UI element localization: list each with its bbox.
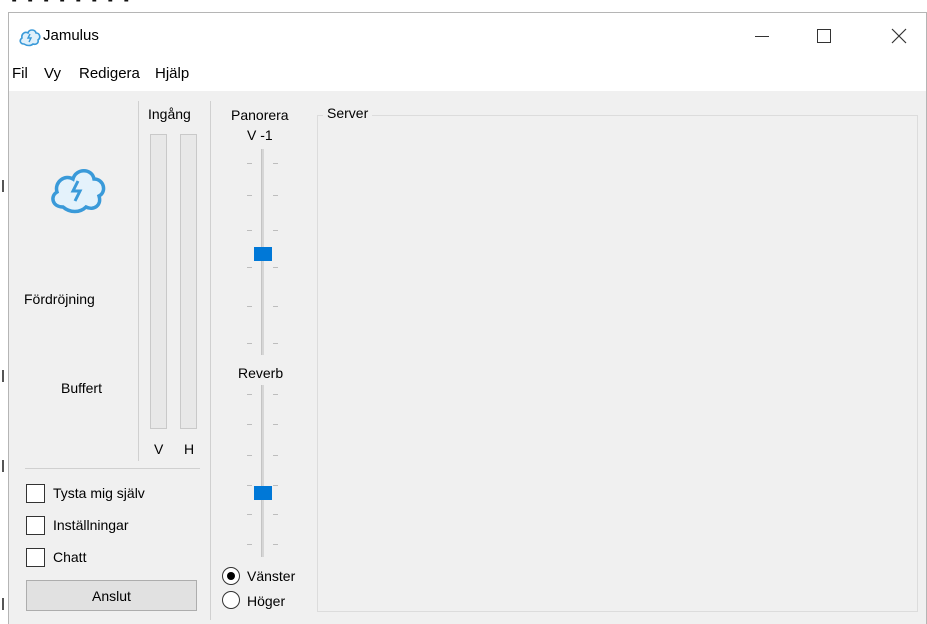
reverb-tick [273,394,278,395]
reverb-tick [247,485,252,486]
reverb-tick [273,544,278,545]
server-group-title: Server [323,105,373,121]
reverb-tick [247,514,252,515]
reverb-right-label[interactable]: Höger [247,593,285,609]
minimize-icon [755,35,769,37]
latency-label: Fördröjning [24,291,95,307]
menu-file[interactable]: Fil [12,65,28,82]
pan-tick [247,195,252,196]
pan-tick [273,195,278,196]
reverb-tick [247,424,252,425]
connect-button[interactable]: Anslut [26,580,197,611]
reverb-tick [247,544,252,545]
background-edge-mark [2,370,6,382]
menu-view[interactable]: Vy [44,65,61,82]
reverb-slider-thumb[interactable] [254,486,272,500]
pan-value: V -1 [247,127,273,143]
level-meter-left [150,134,167,429]
window-title: Jamulus [43,27,99,44]
reverb-tick [273,455,278,456]
minimize-button[interactable] [737,13,787,59]
reverb-tick [273,424,278,425]
menu-edit[interactable]: Redigera [79,65,140,82]
background-edge-mark [2,460,6,472]
pan-tick [247,267,252,268]
reverb-tick [273,485,278,486]
input-label: Ingång [148,106,191,122]
reverb-left-label[interactable]: Vänster [247,568,295,584]
pan-tick [273,306,278,307]
server-list-panel[interactable] [317,115,918,612]
close-button[interactable] [874,13,924,59]
background-edge-mark [2,598,6,610]
background-edge-mark [2,180,6,192]
pan-tick [247,230,252,231]
checkbox-group-divider [25,468,200,469]
reverb-right-radio[interactable] [222,591,240,609]
left-panel-divider [210,101,211,620]
pan-tick [273,230,278,231]
meter-right-label: H [184,441,195,457]
pan-tick [247,306,252,307]
reverb-tick [247,455,252,456]
pan-slider-thumb[interactable] [254,247,272,261]
background-page: · · · · · · · · [0,0,927,13]
reverb-tick [247,394,252,395]
buffer-label: Buffert [61,380,102,396]
chat-label[interactable]: Chatt [53,549,86,565]
radio-selected-dot [227,572,235,580]
reverb-label: Reverb [238,365,284,381]
pan-tick [247,343,252,344]
mute-self-checkbox[interactable] [26,484,45,503]
reverb-tick [273,514,278,515]
reverb-slider-track[interactable] [261,385,264,557]
jamulus-window: Jamulus Fil Vy Redigera Hjälp Fördröjnin… [8,12,927,624]
input-group-left-border [138,101,139,461]
menu-bar: Fil Vy Redigera Hjälp [9,59,926,91]
title-bar[interactable]: Jamulus [9,13,926,59]
menu-help[interactable]: Hjälp [155,65,189,82]
jamulus-app-icon [19,29,41,47]
pan-tick [273,267,278,268]
pan-tick [273,163,278,164]
main-panel: Fördröjning Buffert Ingång V H Tysta mig… [9,93,926,624]
pan-tick [247,163,252,164]
meter-left-label: V [154,441,164,457]
reverb-left-radio[interactable] [222,567,240,585]
level-meter-right [180,134,197,429]
pan-label: Panorera [231,107,289,123]
pan-tick [273,343,278,344]
mute-self-label[interactable]: Tysta mig själv [53,485,145,501]
jamulus-logo-icon [51,169,106,214]
chat-checkbox[interactable] [26,548,45,567]
settings-checkbox[interactable] [26,516,45,535]
maximize-icon [817,29,831,43]
settings-label[interactable]: Inställningar [53,517,129,533]
close-icon [891,28,907,44]
maximize-button[interactable] [799,13,849,59]
